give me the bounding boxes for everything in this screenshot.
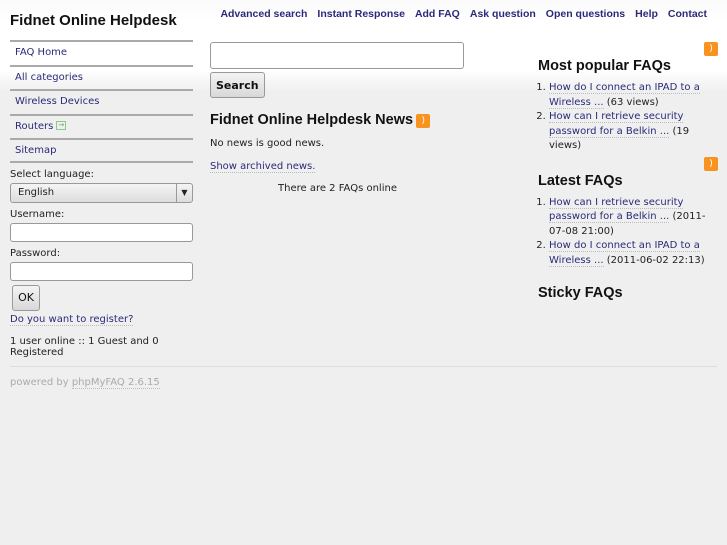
main-content: Search Fidnet Online Helpdesk News ) No … [210, 42, 465, 194]
nav-open-questions[interactable]: Open questions [546, 8, 625, 20]
sidebar-item-all-categories[interactable]: All categories [10, 64, 193, 90]
users-online: 1 user online :: 1 Guest and 0 Registere… [10, 335, 159, 358]
language-value: English [18, 186, 55, 198]
sticky-faqs-title: Sticky FAQs [538, 285, 623, 301]
phpmyfaq-link[interactable]: phpMyFAQ 2.6.15 [71, 377, 160, 389]
username-input[interactable] [10, 222, 193, 242]
list-item: How can I retrieve security password for… [549, 196, 718, 240]
menu-label[interactable]: Wireless Devices [15, 96, 99, 107]
faq-count: There are 2 FAQs online [278, 183, 397, 194]
nav-ask-question[interactable]: Ask question [470, 8, 536, 20]
chevron-down-icon: ▼ [176, 183, 192, 202]
site-title: Fidnet Online Helpdesk [10, 12, 177, 29]
search-input[interactable] [210, 42, 464, 69]
list-item: How do I connect an IPAD to a Wireless .… [549, 239, 718, 268]
list-item: How can I retrieve security password for… [549, 110, 718, 154]
password-input[interactable] [10, 261, 193, 281]
rss-icon[interactable]: ) [416, 114, 431, 128]
powered-by: powered by [10, 377, 69, 388]
menu-label[interactable]: Sitemap [15, 145, 56, 156]
rss-icon[interactable]: ) [704, 42, 718, 56]
menu-label[interactable]: All categories [15, 72, 83, 83]
nav-help[interactable]: Help [635, 8, 658, 20]
username-label: Username: [10, 208, 65, 220]
right-sidebar: ) Most popular FAQs How do I connect an … [538, 42, 718, 301]
rss-icon[interactable]: ) [704, 156, 718, 171]
search-button[interactable]: Search [210, 72, 265, 98]
faq-meta: (63 views) [606, 96, 659, 108]
nav-add-faq[interactable]: Add FAQ [415, 8, 460, 20]
popular-faqs-title: Most popular FAQs [538, 58, 671, 74]
sidebar-item-routers[interactable]: Routers → [10, 113, 193, 139]
faq-link[interactable]: How can I retrieve security password for… [549, 196, 684, 223]
nav-advanced-search[interactable]: Advanced search [220, 8, 307, 20]
sidebar-item-wireless-devices[interactable]: Wireless Devices [10, 89, 193, 114]
menu-label[interactable]: Routers [15, 121, 53, 132]
top-nav: Advanced search Instant Response Add FAQ… [220, 8, 707, 20]
language-select[interactable]: English ▼ [10, 182, 193, 203]
language-label: Select language: [10, 168, 94, 180]
news-title: Fidnet Online Helpdesk News [210, 112, 414, 128]
latest-faqs-title: Latest FAQs [538, 172, 623, 189]
sidebar-item-faq-home[interactable]: FAQ Home [10, 40, 193, 65]
popular-faqs-list: How do I connect an IPAD to a Wireless .… [549, 81, 718, 154]
nav-contact[interactable]: Contact [668, 8, 707, 20]
list-item: How do I connect an IPAD to a Wireless .… [549, 81, 718, 110]
news-text: No news is good news. [210, 138, 325, 149]
faq-meta: (2011-06-02 22:13) [606, 254, 705, 266]
latest-faqs-list: How can I retrieve security password for… [549, 196, 718, 269]
password-label: Password: [10, 247, 61, 259]
faq-link[interactable]: How can I retrieve security password for… [549, 111, 684, 138]
archived-news-link[interactable]: Show archived news. [210, 161, 316, 173]
menu-label[interactable]: FAQ Home [15, 47, 67, 58]
login-ok-button[interactable]: OK [12, 284, 40, 311]
register-link[interactable]: Do you want to register? [10, 313, 134, 326]
expand-icon[interactable]: → [56, 121, 67, 130]
sidebar: FAQ Home All categories Wireless Devices… [10, 40, 193, 358]
nav-instant-response[interactable]: Instant Response [317, 8, 405, 20]
footer: powered by phpMyFAQ 2.6.15 [10, 366, 717, 389]
sidebar-item-sitemap[interactable]: Sitemap [10, 138, 193, 163]
